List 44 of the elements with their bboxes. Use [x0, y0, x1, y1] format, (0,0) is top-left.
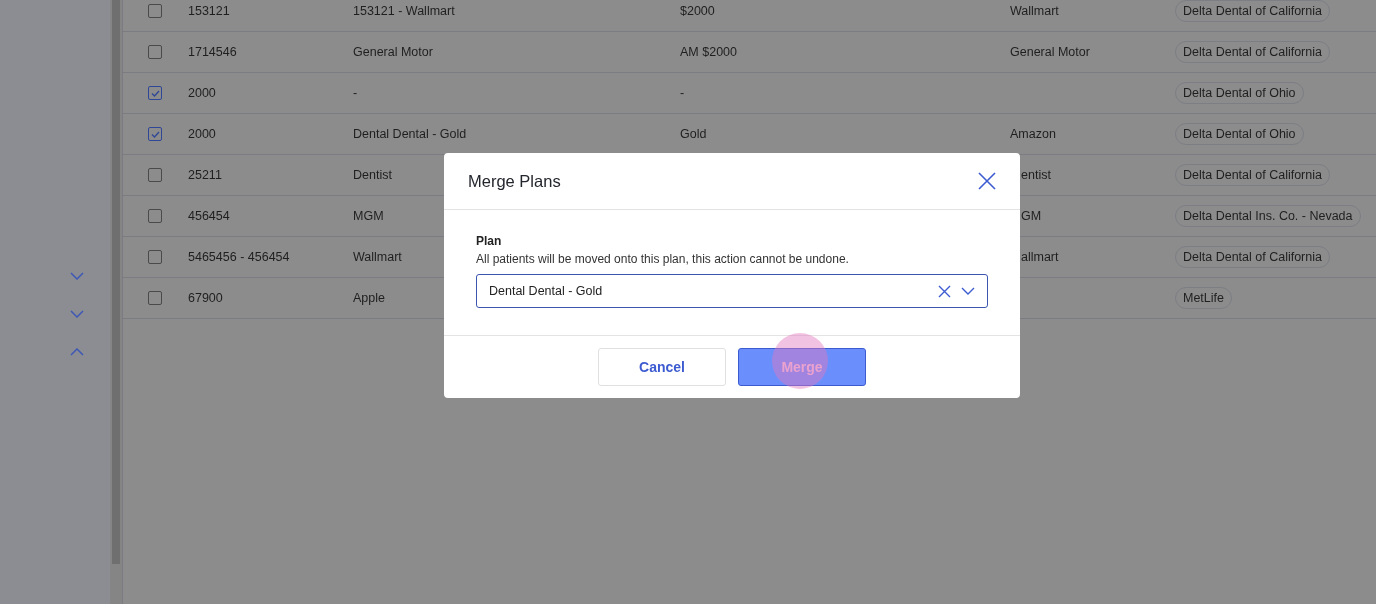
checkbox[interactable]	[148, 45, 162, 59]
table-cell: Gold	[680, 127, 707, 141]
chevron-up-icon[interactable]	[70, 348, 84, 356]
table-cell: 5465456 - 456454	[188, 250, 290, 264]
close-icon[interactable]	[978, 172, 996, 190]
table-cell: 1714546	[188, 45, 237, 59]
cancel-button[interactable]: Cancel	[598, 348, 726, 386]
table-cell: Amazon	[1010, 127, 1056, 141]
table-cell: 153121	[188, 4, 230, 18]
table-cell: 153121 - Wallmart	[353, 4, 455, 18]
table-cell: entist	[1021, 168, 1051, 182]
checkbox[interactable]	[148, 209, 162, 223]
checkbox[interactable]	[148, 291, 162, 305]
dialog-title: Merge Plans	[468, 171, 561, 191]
click-indicator	[772, 333, 828, 389]
table-cell: Dental Dental - Gold	[353, 127, 467, 141]
plan-select[interactable]: Dental Dental - Gold	[476, 274, 988, 308]
table-cell: $2000	[680, 4, 715, 18]
field-label: Plan	[476, 234, 503, 248]
table-cell: -	[680, 86, 685, 100]
clear-icon[interactable]	[938, 284, 951, 298]
table-cell: Wallmart	[1010, 4, 1059, 18]
table-cell: -	[353, 86, 358, 100]
table-cell: General Motor	[353, 45, 433, 59]
table-cell: Apple	[353, 291, 385, 305]
table-cell: MGM	[353, 209, 384, 223]
table-cell: 2000	[188, 86, 216, 100]
checkbox[interactable]	[148, 86, 162, 100]
checkbox[interactable]	[148, 168, 162, 182]
table-cell: GM	[1021, 209, 1042, 223]
table-cell: 67900	[188, 291, 223, 305]
table-cell: 456454	[188, 209, 230, 223]
table-cell: AM $2000	[680, 45, 737, 59]
chevron-down-icon[interactable]	[961, 287, 975, 295]
field-hint: All patients will be moved onto this plan, this action cannot be undone.	[476, 252, 850, 266]
table-cell: Dentist	[353, 168, 392, 182]
table-cell: Wallmart	[353, 250, 402, 264]
checkbox[interactable]	[148, 4, 162, 18]
table-cell: 25211	[188, 168, 222, 182]
checkbox[interactable]	[148, 250, 162, 264]
table-cell: allmart	[1021, 250, 1059, 264]
table-cell: General Motor	[1010, 45, 1090, 59]
checkbox[interactable]	[148, 127, 162, 141]
table-cell: 2000	[188, 127, 216, 141]
